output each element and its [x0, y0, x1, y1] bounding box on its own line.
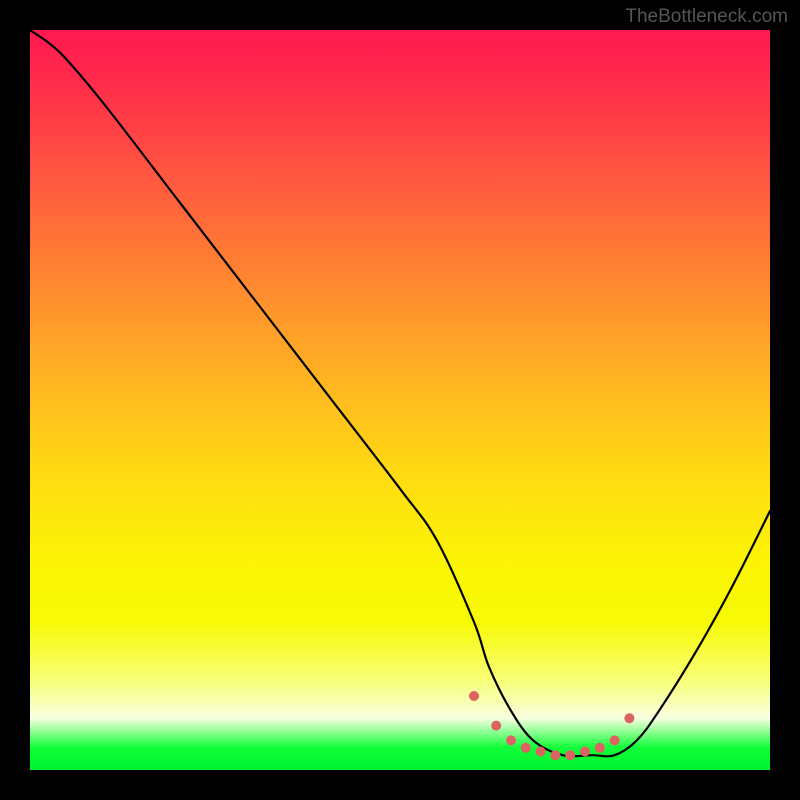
- valley-marker: [610, 735, 620, 745]
- valley-marker: [491, 721, 501, 731]
- valley-marker: [536, 747, 546, 757]
- valley-marker: [506, 735, 516, 745]
- plot-area: [30, 30, 770, 770]
- valley-marker: [565, 750, 575, 760]
- valley-marker: [595, 743, 605, 753]
- valley-marker: [521, 743, 531, 753]
- watermark-text: TheBottleneck.com: [625, 6, 788, 28]
- valley-marker: [580, 747, 590, 757]
- valley-marker: [624, 713, 634, 723]
- valley-marker: [469, 691, 479, 701]
- bottleneck-curve-path: [30, 30, 770, 756]
- chart-svg: [30, 30, 770, 770]
- valley-marker: [550, 750, 560, 760]
- valley-markers-group: [469, 691, 634, 760]
